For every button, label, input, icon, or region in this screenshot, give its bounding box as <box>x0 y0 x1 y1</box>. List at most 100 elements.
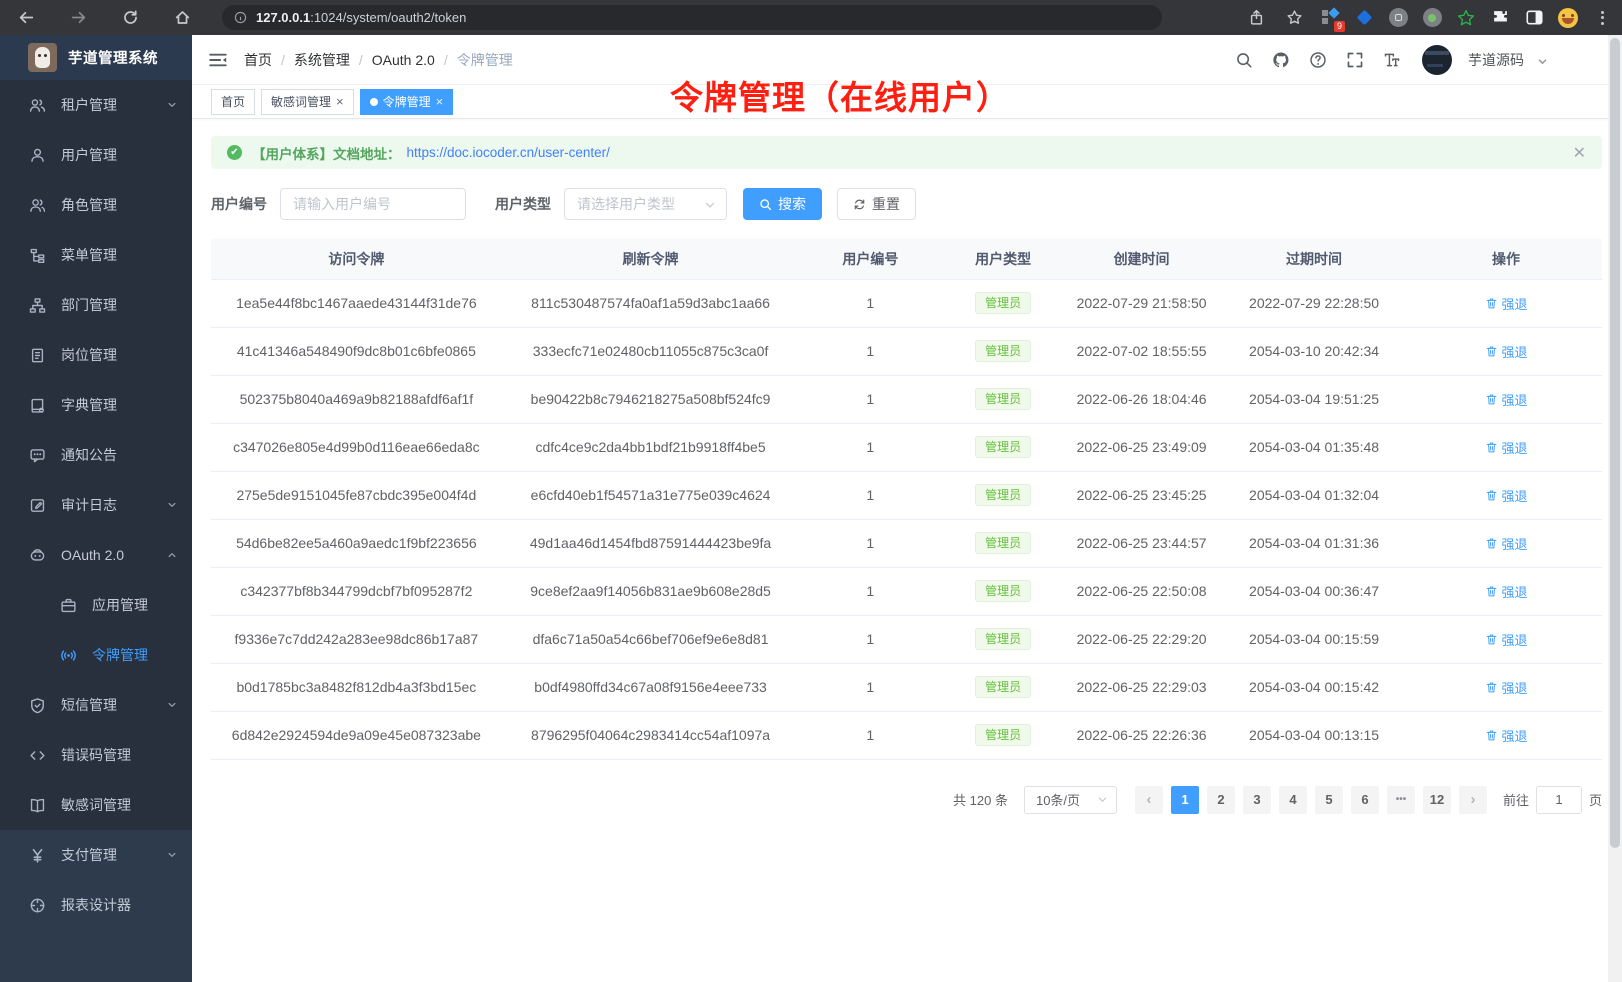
fullscreen-icon[interactable] <box>1340 45 1370 75</box>
extensions-puzzle-icon[interactable] <box>1490 8 1510 28</box>
app-logo <box>28 43 57 72</box>
sidebar-item-pay[interactable]: 支付管理 <box>0 830 192 880</box>
tag-item[interactable]: 首页 <box>211 89 255 115</box>
extension-recorder-icon[interactable] <box>1422 8 1442 28</box>
bookmark-star-icon[interactable] <box>1282 6 1306 30</box>
trash-icon <box>1485 393 1498 406</box>
search-icon[interactable] <box>1229 45 1259 75</box>
sms-icon <box>29 697 46 714</box>
site-info-icon[interactable] <box>234 11 247 24</box>
sidebar-item-book[interactable]: 敏感词管理 <box>0 780 192 830</box>
sidebar-item-role[interactable]: 角色管理 <box>0 180 192 230</box>
force-logout-button[interactable]: 强退 <box>1485 294 1528 313</box>
sidebar-item-notice[interactable]: 通知公告 <box>0 430 192 480</box>
trash-icon <box>1485 681 1498 694</box>
sidebar-item-sms[interactable]: 短信管理 <box>0 680 192 730</box>
github-icon[interactable] <box>1266 45 1296 75</box>
user-name[interactable]: 芋道源码 <box>1468 50 1524 70</box>
browser-reload-icon[interactable] <box>118 6 142 30</box>
extension-star-icon[interactable] <box>1456 8 1476 28</box>
cell-refresh: 333ecfc71e02480cb11055c875c3ca0f <box>502 327 800 375</box>
search-button[interactable]: 搜索 <box>743 188 822 220</box>
force-logout-button[interactable]: 强退 <box>1485 534 1528 553</box>
breadcrumb-home[interactable]: 首页 <box>244 50 272 70</box>
sidebar-item-dict[interactable]: 字典管理 <box>0 380 192 430</box>
sidebar-item-org[interactable]: 部门管理 <box>0 280 192 330</box>
tag-active[interactable]: 令牌管理× <box>360 89 454 115</box>
alert-close-icon[interactable]: ✕ <box>1573 143 1586 163</box>
sidebar-item-label: 令牌管理 <box>92 645 148 665</box>
page-button-2[interactable]: 2 <box>1207 786 1235 814</box>
breadcrumb-system[interactable]: 系统管理 <box>294 50 350 70</box>
doc-link[interactable]: https://doc.iocoder.cn/user-center/ <box>407 145 610 160</box>
force-logout-button[interactable]: 强退 <box>1485 678 1528 697</box>
font-size-icon[interactable] <box>1377 45 1407 75</box>
reset-button[interactable]: 重置 <box>837 188 916 220</box>
user-type-badge: 管理员 <box>975 676 1031 698</box>
share-icon[interactable] <box>1244 6 1268 30</box>
user-caret-icon[interactable] <box>1537 54 1548 65</box>
side-panel-icon[interactable] <box>1524 8 1544 28</box>
scrollbar-thumb[interactable] <box>1610 38 1620 848</box>
page-button-12[interactable]: 12 <box>1423 786 1451 814</box>
force-logout-button[interactable]: 强退 <box>1485 582 1528 601</box>
goto-page-input[interactable]: 1 <box>1536 786 1582 814</box>
browser-menu-icon[interactable] <box>1592 8 1612 28</box>
page-ellipsis-button[interactable]: ••• <box>1387 786 1415 814</box>
cell-expires: 2054-03-10 20:42:34 <box>1218 327 1410 375</box>
address-bar[interactable]: 127.0.0.1:1024/system/oauth2/token <box>222 5 1162 30</box>
tag-close-icon[interactable]: × <box>336 95 344 108</box>
sidebar-item-oauth[interactable]: OAuth 2.0 <box>0 530 192 580</box>
force-logout-button[interactable]: 强退 <box>1485 486 1528 505</box>
force-logout-label: 强退 <box>1502 534 1528 553</box>
extension-tag-manager-icon[interactable]: 9 <box>1320 8 1340 28</box>
sidebar-item-user[interactable]: 用户管理 <box>0 130 192 180</box>
force-logout-button[interactable]: 强退 <box>1485 726 1528 745</box>
sidebar-item-app[interactable]: 应用管理 <box>0 580 192 630</box>
cell-user_id: 1 <box>799 519 941 567</box>
help-icon[interactable] <box>1303 45 1333 75</box>
page-button-4[interactable]: 4 <box>1279 786 1307 814</box>
user-avatar[interactable] <box>1422 45 1452 75</box>
page-button-1[interactable]: 1 <box>1171 786 1199 814</box>
browser-forward-icon[interactable] <box>66 6 90 30</box>
user-type-select[interactable]: 请选择用户类型 <box>564 188 727 220</box>
sidebar-item-log[interactable]: 审计日志 <box>0 480 192 530</box>
force-logout-button[interactable]: 强退 <box>1485 438 1528 457</box>
profile-avatar-icon[interactable] <box>1558 8 1578 28</box>
browser-back-icon[interactable] <box>14 6 38 30</box>
extension-command-icon[interactable] <box>1388 8 1408 28</box>
cell-user_id: 1 <box>799 567 941 615</box>
sidebar-item-token[interactable]: 令牌管理 <box>0 630 192 680</box>
page-size-select[interactable]: 10条/页 <box>1024 786 1117 814</box>
prev-page-button[interactable]: ‹ <box>1135 786 1163 814</box>
sidebar-item-users[interactable]: 租户管理 <box>0 80 192 130</box>
extension-gem-icon[interactable] <box>1354 8 1374 28</box>
alert-text: 【用户体系】文档地址： <box>252 143 401 163</box>
page-button-3[interactable]: 3 <box>1243 786 1271 814</box>
cell-created: 2022-06-25 22:29:03 <box>1065 663 1218 711</box>
tag-item[interactable]: 敏感词管理× <box>261 89 354 115</box>
goto-label: 前往 <box>1503 790 1529 809</box>
window-scrollbar[interactable] <box>1608 35 1622 982</box>
cell-user-type: 管理员 <box>941 423 1065 471</box>
next-page-button[interactable]: › <box>1459 786 1487 814</box>
app-logo-bar[interactable]: 芋道管理系统 <box>0 35 192 80</box>
user-id-input[interactable]: 请输入用户编号 <box>280 188 466 220</box>
sidebar-item-post[interactable]: 岗位管理 <box>0 330 192 380</box>
sidebar-item-report[interactable]: 报表设计器 <box>0 880 192 930</box>
url-host: 127.0.0.1 <box>256 10 310 25</box>
page-button-5[interactable]: 5 <box>1315 786 1343 814</box>
tag-close-icon[interactable]: × <box>436 95 444 108</box>
browser-home-icon[interactable] <box>170 6 194 30</box>
sidebar-toggle-icon[interactable] <box>208 50 228 70</box>
page-button-6[interactable]: 6 <box>1351 786 1379 814</box>
force-logout-button[interactable]: 强退 <box>1485 342 1528 361</box>
force-logout-button[interactable]: 强退 <box>1485 630 1528 649</box>
cell-access: 41c41346a548490f9dc8b01c6bfe0865 <box>211 327 502 375</box>
sidebar-item-label: 岗位管理 <box>61 345 117 365</box>
sidebar-item-code[interactable]: 错误码管理 <box>0 730 192 780</box>
force-logout-button[interactable]: 强退 <box>1485 390 1528 409</box>
sidebar-item-menu-tree[interactable]: 菜单管理 <box>0 230 192 280</box>
breadcrumb-oauth[interactable]: OAuth 2.0 <box>372 52 435 68</box>
